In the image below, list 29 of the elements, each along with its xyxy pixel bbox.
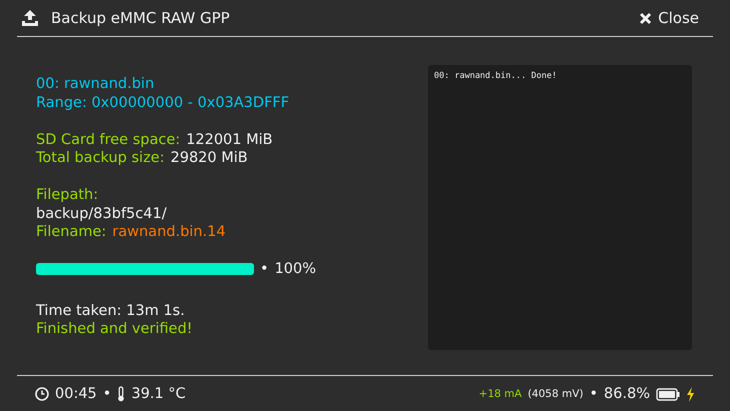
battery-icon bbox=[656, 388, 680, 400]
clock-icon bbox=[35, 387, 49, 401]
info-text: 00: rawnand.bin bbox=[36, 75, 154, 94]
upload-icon bbox=[21, 10, 39, 26]
info-text: 122001 MiB bbox=[186, 130, 273, 149]
close-button[interactable]: Close bbox=[639, 9, 707, 27]
info-text: Range: 0x00000000 - 0x03A3DFFF bbox=[36, 94, 290, 112]
progress-reading: 100% bbox=[274, 260, 316, 278]
info-text: 29820 MiB bbox=[170, 149, 248, 168]
info-text: Filename: bbox=[36, 223, 106, 242]
clock-time: 00:45 bbox=[55, 386, 97, 402]
info-text: backup/83bf5c41/ bbox=[36, 204, 167, 223]
log-line: 00: rawnand.bin... Done! bbox=[434, 71, 558, 81]
info-text: SD Card free space: bbox=[36, 130, 180, 149]
separator-dot: • bbox=[260, 260, 269, 278]
info-text: Total backup size: bbox=[36, 149, 164, 168]
battery-percent: 86.8% bbox=[604, 386, 650, 402]
info-text: Filepath: bbox=[36, 186, 98, 204]
info-text: rawnand.bin.14 bbox=[112, 223, 226, 242]
separator-dot: • bbox=[589, 386, 598, 402]
result-text: Finished and verified! bbox=[36, 320, 192, 338]
temperature: 39.1 °C bbox=[131, 386, 186, 402]
thermometer-icon bbox=[117, 386, 126, 402]
current-reading: +18 mA bbox=[478, 388, 522, 400]
window-title: Backup eMMC RAW GPP bbox=[51, 9, 231, 27]
result-text: Time taken: 13m 1s. bbox=[36, 302, 185, 320]
separator-dot: • bbox=[102, 386, 112, 402]
voltage-reading: (4058 mV) bbox=[528, 388, 584, 400]
close-icon bbox=[639, 12, 652, 24]
